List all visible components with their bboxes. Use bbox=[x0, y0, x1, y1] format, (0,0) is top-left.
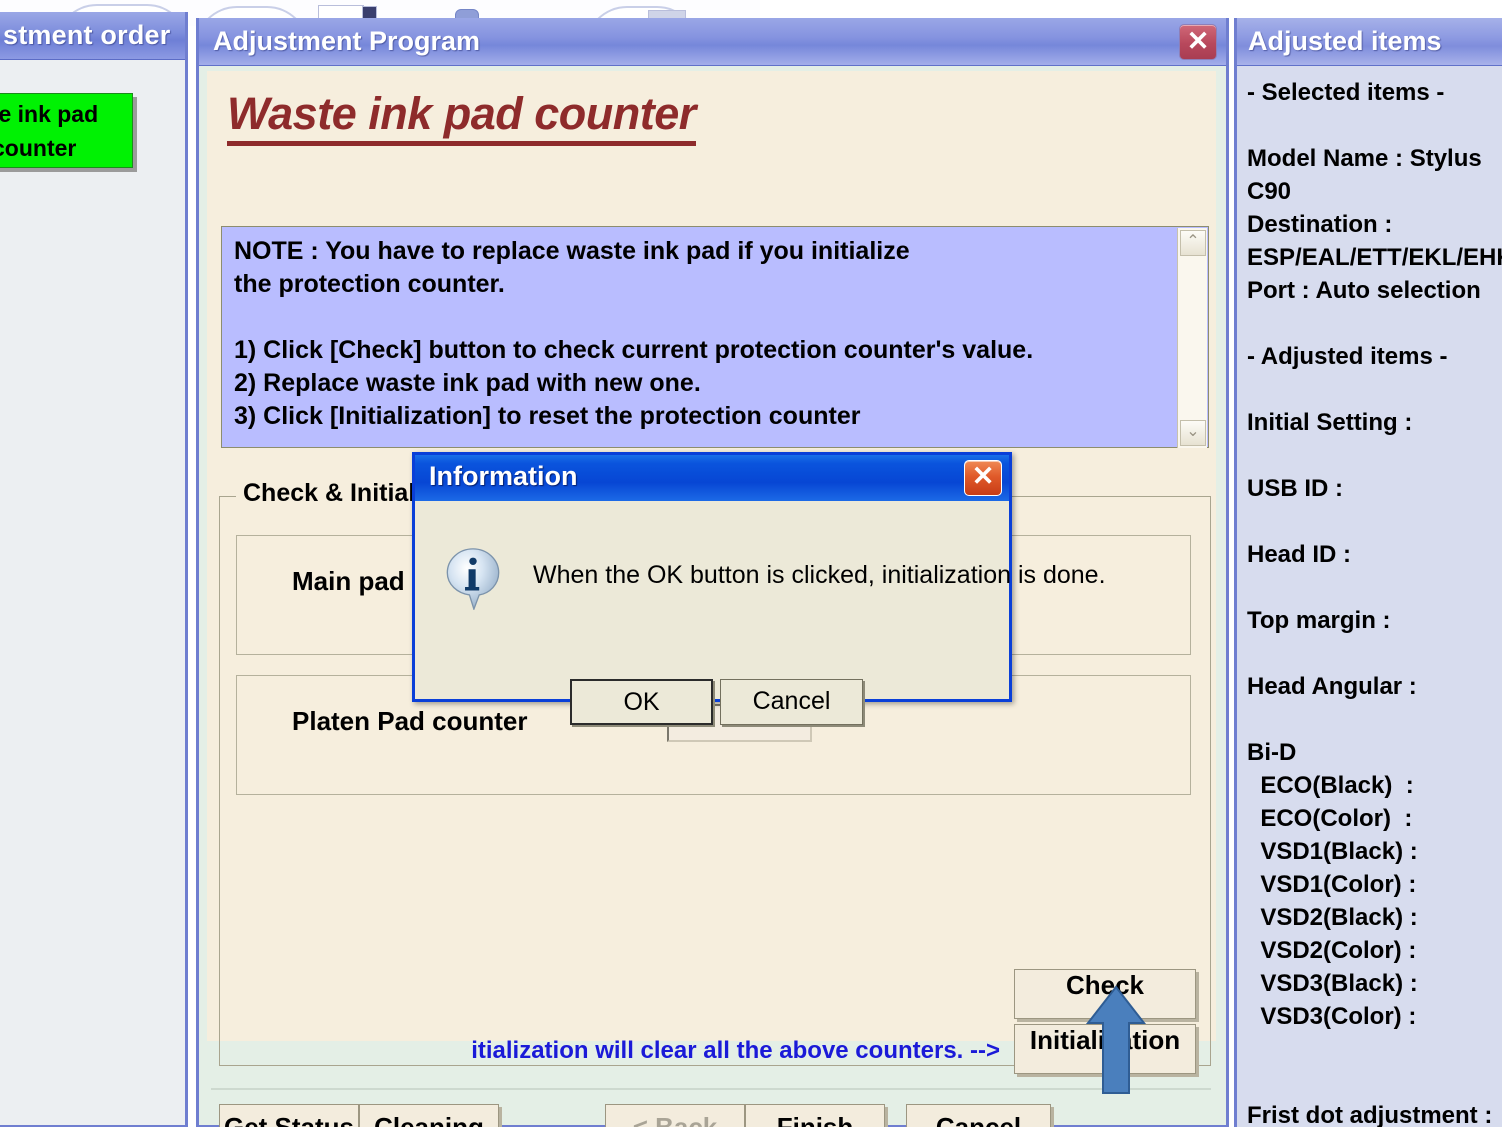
information-dialog: Information ✕ When the OK button is clic… bbox=[412, 452, 1106, 725]
screen-root: stment order ste ink pad counter Adjustm… bbox=[0, 0, 1502, 1127]
information-dialog-message: When the OK button is clicked, initializ… bbox=[533, 561, 1106, 589]
initialization-button[interactable]: Initialization bbox=[1014, 1024, 1196, 1074]
platen-pad-label: Platen Pad counter bbox=[292, 706, 528, 736]
note-scrollbar[interactable]: ⌃ ⌄ bbox=[1177, 228, 1207, 448]
note-textbox[interactable]: NOTE : You have to replace waste ink pad… bbox=[221, 226, 1209, 448]
adjusted-items-window: Adjusted items - Selected items - Model … bbox=[1234, 18, 1502, 1127]
adjustment-order-titlebar: stment order bbox=[0, 12, 185, 60]
adjustment-order-body: ste ink pad counter bbox=[0, 60, 185, 1125]
dialog-cancel-button[interactable]: Cancel bbox=[720, 679, 863, 725]
chevron-up-icon[interactable]: ⌃ bbox=[1180, 230, 1206, 256]
adjusted-items-titlebar: Adjusted items bbox=[1237, 18, 1502, 66]
chevron-down-icon[interactable]: ⌄ bbox=[1180, 420, 1206, 446]
cancel-button[interactable]: Cancel bbox=[906, 1104, 1051, 1127]
cleaning-button[interactable]: Cleaning bbox=[359, 1104, 499, 1127]
information-dialog-title: Information bbox=[429, 461, 578, 491]
clear-counters-notice: itialization will clear all the above co… bbox=[471, 1037, 1000, 1064]
info-icon bbox=[446, 548, 500, 610]
waste-ink-pad-counter-item[interactable]: ste ink pad counter bbox=[0, 93, 133, 168]
close-icon[interactable]: ✕ bbox=[964, 460, 1002, 496]
footer-divider bbox=[211, 1088, 1211, 1090]
information-dialog-body: When the OK button is clicked, initializ… bbox=[415, 501, 1106, 725]
adjustment-program-title: Adjustment Program bbox=[213, 26, 481, 56]
back-button: < Back bbox=[605, 1104, 745, 1127]
finish-button[interactable]: Finish bbox=[745, 1104, 885, 1127]
close-icon[interactable]: ✕ bbox=[1179, 24, 1217, 60]
adjustment-program-titlebar: Adjustment Program ✕ bbox=[199, 18, 1226, 66]
adjustment-order-title: stment order bbox=[3, 20, 171, 50]
get-status-button[interactable]: Get Status bbox=[219, 1104, 359, 1127]
adjustment-order-window: stment order ste ink pad counter bbox=[0, 12, 188, 1127]
page-title: Waste ink pad counter bbox=[227, 89, 696, 146]
adjusted-items-content: - Selected items - Model Name : Stylus C… bbox=[1247, 79, 1502, 1127]
adjusted-items-title: Adjusted items bbox=[1248, 26, 1442, 56]
note-text: NOTE : You have to replace waste ink pad… bbox=[234, 237, 1034, 430]
green-button-line2: counter bbox=[0, 135, 77, 161]
check-button[interactable]: Check bbox=[1014, 969, 1196, 1019]
information-dialog-titlebar: Information ✕ bbox=[415, 455, 1009, 501]
ok-button[interactable]: OK bbox=[570, 679, 713, 725]
green-button-line1: ste ink pad bbox=[0, 101, 99, 127]
